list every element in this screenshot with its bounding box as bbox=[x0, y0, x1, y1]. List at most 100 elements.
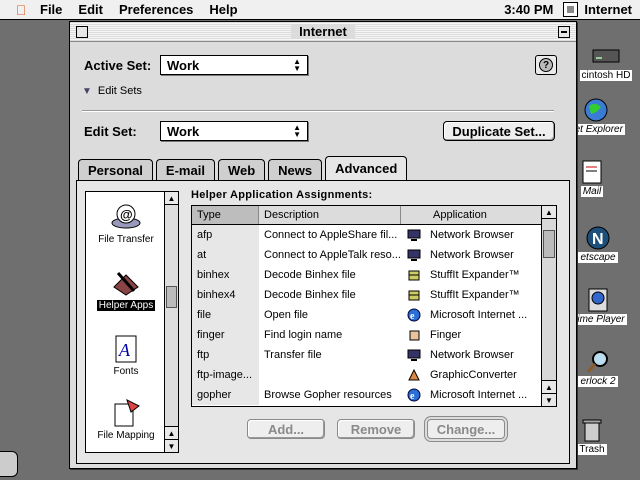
cell-application: GraphicConverter bbox=[401, 365, 542, 385]
cell-description: Decode Binhex file bbox=[264, 289, 356, 301]
active-set-row: Active Set: Work ▲ ▼ bbox=[84, 55, 308, 75]
svg-text:e: e bbox=[410, 311, 415, 322]
category-fonts[interactable]: A Fonts bbox=[86, 334, 166, 377]
desktop-icon-hard-disk[interactable]: cintosh HD bbox=[574, 42, 638, 81]
tab-news[interactable]: News bbox=[268, 159, 323, 180]
column-header-application[interactable]: Application bbox=[401, 206, 542, 224]
desktop-icon-label: etscape bbox=[578, 252, 618, 263]
helper-apps-icon bbox=[109, 268, 143, 298]
table-scrollbar[interactable]: ▲ ▲ ▼ bbox=[541, 206, 556, 406]
cell-type: binhex4 bbox=[192, 285, 259, 305]
desktop-icon-label: Trash bbox=[577, 444, 607, 455]
file-mapping-icon bbox=[109, 398, 143, 428]
file-transfer-icon: @ bbox=[109, 202, 143, 232]
popup-arrows-icon: ▲ ▼ bbox=[293, 123, 301, 139]
menu-help[interactable]: Help bbox=[201, 2, 245, 17]
popup-arrows-icon: ▲ ▼ bbox=[293, 57, 301, 73]
disclosure-triangle-icon[interactable]: ▼ bbox=[82, 86, 92, 97]
application-menu[interactable]: Internet bbox=[563, 2, 640, 17]
table-row[interactable]: binhex Decode Binhex file StuffIt Expander… bbox=[192, 265, 556, 285]
cell-description: Find login name bbox=[264, 329, 343, 341]
table-row[interactable]: afp Connect to AppleShare fil... Network B… bbox=[192, 225, 556, 245]
application-name: GraphicConverter bbox=[430, 369, 517, 381]
edit-sets-disclosure[interactable]: ▼ Edit Sets bbox=[82, 85, 142, 97]
cell-description: Decode Binhex file bbox=[264, 269, 356, 281]
ie-icon: e bbox=[406, 307, 422, 323]
table-row[interactable]: binhex4 Decode Binhex file StuffIt Expande… bbox=[192, 285, 556, 305]
internet-window: Internet Active Set: Work ▲ ▼ ? ▼ Edit Se… bbox=[69, 21, 577, 469]
application-name: Finger bbox=[430, 329, 462, 341]
table-body: afp Connect to AppleShare fil... Network B… bbox=[192, 225, 556, 405]
quicktime-icon bbox=[583, 286, 613, 314]
stuffit-icon bbox=[406, 267, 422, 283]
edit-sets-label: Edit Sets bbox=[97, 85, 142, 97]
cell-description: Transfer file bbox=[264, 349, 322, 361]
menu-edit[interactable]: Edit bbox=[70, 2, 111, 17]
scroll-down-arrow-icon[interactable]: ▼ bbox=[165, 439, 178, 452]
apple-menu-icon[interactable]:  bbox=[10, 2, 32, 18]
table-row[interactable]: finger Find login name Finger bbox=[192, 325, 556, 345]
netscape-icon: N bbox=[583, 224, 613, 252]
svg-text:e: e bbox=[410, 391, 415, 402]
globe-icon bbox=[581, 96, 611, 124]
category-label: File Mapping bbox=[97, 430, 155, 441]
category-file-transfer[interactable]: @ File Transfer bbox=[86, 202, 166, 245]
table-row[interactable]: ftp Transfer file Network Browser bbox=[192, 345, 556, 365]
desktop-icon-label: Mail bbox=[580, 186, 604, 197]
close-box-icon[interactable] bbox=[76, 26, 88, 38]
add-button[interactable]: Add... bbox=[247, 419, 325, 439]
active-set-popup[interactable]: Work ▲ ▼ bbox=[160, 55, 308, 75]
application-name: Network Browser bbox=[430, 249, 514, 261]
svg-text:A: A bbox=[118, 340, 131, 360]
category-scrollbar[interactable]: ▲ ▲ ▼ bbox=[164, 192, 178, 452]
tab-web[interactable]: Web bbox=[217, 159, 266, 180]
column-header-description[interactable]: Description bbox=[259, 206, 401, 224]
scroll-up-arrow-icon[interactable]: ▲ bbox=[165, 426, 178, 439]
cell-type: finger bbox=[192, 325, 259, 345]
cell-description: Connect to AppleTalk reso... bbox=[264, 249, 401, 261]
application-name: Network Browser bbox=[430, 349, 514, 361]
category-file-mapping[interactable]: File Mapping bbox=[86, 398, 166, 441]
duplicate-set-button[interactable]: Duplicate Set... bbox=[443, 121, 555, 141]
cell-type: file bbox=[192, 305, 259, 325]
table-row[interactable]: file Open file e Microsoft Internet ... bbox=[192, 305, 556, 325]
table-row[interactable]: gopher Browse Gopher resources e Microsoft … bbox=[192, 385, 556, 405]
menu-file[interactable]: File bbox=[32, 2, 70, 17]
scroll-up-arrow-icon[interactable]: ▲ bbox=[542, 380, 556, 393]
edit-set-popup[interactable]: Work ▲ ▼ bbox=[160, 121, 308, 141]
column-header-type[interactable]: Type bbox=[192, 206, 259, 224]
edit-set-label: Edit Set: bbox=[84, 123, 137, 139]
menu-preferences[interactable]: Preferences bbox=[111, 2, 201, 17]
remove-button[interactable]: Remove bbox=[337, 419, 415, 439]
table-header: Type Description Application bbox=[192, 206, 556, 225]
cell-application: Network Browser bbox=[401, 245, 542, 265]
table-row[interactable]: ftp-image... GraphicConverter bbox=[192, 365, 556, 385]
table-row[interactable]: at Connect to AppleTalk reso... Network Br… bbox=[192, 245, 556, 265]
stuffit-icon bbox=[406, 287, 422, 303]
cell-application: e Microsoft Internet ... bbox=[401, 305, 542, 325]
tab-email[interactable]: E-mail bbox=[155, 159, 215, 180]
scroll-up-arrow-icon[interactable]: ▲ bbox=[165, 192, 178, 205]
table-title: Helper Application Assignments: bbox=[191, 189, 373, 201]
svg-text:@: @ bbox=[120, 207, 133, 222]
scroll-down-arrow-icon[interactable]: ▼ bbox=[542, 393, 556, 406]
ie-icon: e bbox=[406, 387, 422, 403]
collapse-box-icon[interactable] bbox=[558, 26, 570, 38]
tab-advanced[interactable]: Advanced bbox=[325, 156, 408, 180]
help-icon: ? bbox=[539, 58, 553, 72]
change-button[interactable]: Change... bbox=[427, 419, 505, 439]
scroll-up-arrow-icon[interactable]: ▲ bbox=[542, 206, 556, 219]
cell-application: Network Browser bbox=[401, 225, 542, 245]
tab-personal[interactable]: Personal bbox=[78, 159, 153, 180]
window-titlebar[interactable]: Internet bbox=[70, 22, 576, 42]
cell-type: ftp-image... bbox=[192, 365, 259, 385]
scroll-thumb[interactable] bbox=[166, 286, 177, 308]
application-name: Network Browser bbox=[430, 229, 514, 241]
help-button[interactable]: ? bbox=[535, 55, 557, 75]
desktop-icon-label: erlock 2 bbox=[578, 376, 618, 387]
menu-clock[interactable]: 3:40 PM bbox=[494, 2, 563, 17]
scroll-thumb[interactable] bbox=[543, 230, 555, 258]
window-drawer-tab[interactable] bbox=[0, 451, 18, 477]
svg-text:N: N bbox=[592, 231, 604, 248]
category-helper-apps[interactable]: Helper Apps bbox=[86, 268, 166, 311]
